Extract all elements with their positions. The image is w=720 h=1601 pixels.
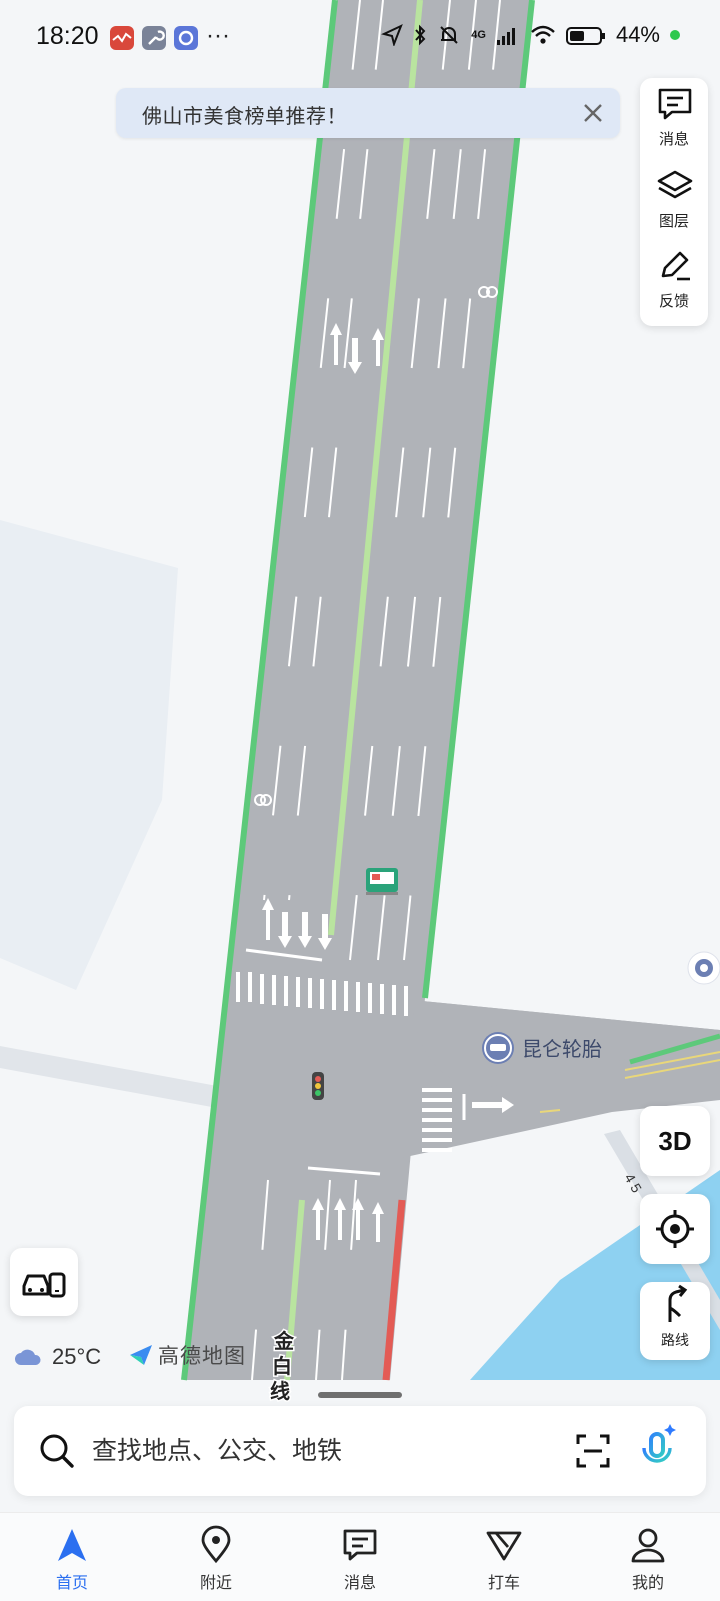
edit-pencil-icon [661, 251, 690, 281]
search-input[interactable] [90, 1430, 554, 1472]
poi-label[interactable]: 昆仑轮胎 [522, 1038, 602, 1061]
brand-name: 高德地图 [158, 1345, 246, 1368]
muted-bell-icon [440, 26, 458, 44]
tab-label: 消息 [343, 1575, 376, 1592]
tab-home[interactable]: 首页 [0, 1513, 144, 1601]
sheet-drag-handle[interactable] [318, 1392, 402, 1398]
traffic-light-icon [312, 1072, 324, 1100]
navigation-arrow-icon [58, 1529, 86, 1561]
user-icon [631, 1528, 665, 1563]
tab-label: 附近 [199, 1575, 232, 1592]
crosshair-icon [656, 1210, 694, 1248]
route-button[interactable]: 路线 [640, 1282, 710, 1360]
close-icon[interactable] [580, 100, 606, 126]
road-label-char: 金 [273, 1329, 295, 1353]
voice-assistant-icon[interactable] [632, 1422, 682, 1478]
message-icon [343, 1529, 377, 1561]
search-icon [40, 1434, 74, 1468]
scan-icon[interactable] [574, 1432, 612, 1470]
tab-messages[interactable]: 消息 [288, 1513, 432, 1601]
map-tool-panel: 消息 图层 反馈 [640, 78, 708, 326]
amap-logo-icon [130, 1345, 152, 1365]
bottom-tab-bar: 首页 附近 消息 打车 我的 [0, 1512, 720, 1601]
car-phone-icon [22, 1272, 66, 1298]
search-bar[interactable] [14, 1406, 706, 1496]
tab-profile[interactable]: 我的 [576, 1513, 720, 1601]
message-icon [658, 88, 692, 120]
route-fork-icon [668, 1284, 688, 1322]
transport-mode-button[interactable] [10, 1248, 78, 1316]
banner-text: 佛山市美食榜单推荐！ [142, 106, 347, 128]
wifi-icon [531, 25, 555, 44]
app-red-icon [110, 26, 134, 50]
feedback-button[interactable]: 反馈 [640, 240, 708, 318]
tab-label: 首页 [55, 1575, 88, 1592]
blue-app-icon [174, 26, 198, 50]
3d-toggle-button[interactable]: 3D [640, 1106, 710, 1176]
temperature: 25°C [52, 1344, 102, 1369]
tab-label: 我的 [631, 1575, 664, 1592]
route-label: 路线 [661, 1332, 689, 1348]
tab-label: 打车 [487, 1575, 520, 1592]
location-arrow-icon [381, 24, 404, 46]
location-dot-icon [687, 951, 720, 985]
weather-widget[interactable]: 25°C [14, 1344, 101, 1370]
road-label-char: 线 [270, 1379, 290, 1403]
messages-label: 消息 [658, 131, 689, 148]
tab-nearby[interactable]: 附近 [144, 1513, 288, 1601]
locate-me-button[interactable] [640, 1194, 710, 1264]
tab-taxi[interactable]: 打车 [432, 1513, 576, 1601]
3d-label: 3D [658, 1126, 692, 1156]
layers-label: 图层 [658, 213, 689, 230]
battery-percent: 44% [615, 22, 660, 47]
layers-icon [657, 170, 693, 199]
status-time: 18:20 [36, 22, 99, 50]
taxi-icon [486, 1531, 522, 1561]
amap-brand: 高德地图 [128, 1340, 246, 1370]
network-type-label: 4G [471, 29, 486, 41]
more-dots-icon: ··· [206, 22, 230, 49]
promo-banner[interactable]: 佛山市美食榜单推荐！ [116, 88, 620, 138]
layers-button[interactable]: 图层 [640, 160, 708, 238]
bus-stop-icon [366, 868, 398, 895]
cloud-icon [15, 1349, 41, 1365]
map-canvas[interactable]: 昆仑轮胎 金 白 线 4 5 [0, 0, 720, 1600]
road-label-char: 白 [272, 1354, 292, 1378]
feedback-label: 反馈 [658, 293, 689, 310]
bluetooth-icon [415, 24, 426, 46]
battery-charging-dot [670, 30, 680, 40]
signal-icon [496, 28, 515, 45]
wrench-app-icon [142, 26, 166, 50]
poi-marker-kunlun-tire [482, 1032, 514, 1064]
messages-button[interactable]: 消息 [640, 78, 708, 156]
battery-icon [565, 27, 605, 45]
status-bar: 18:20 ··· 4G 44% [0, 0, 720, 76]
location-pin-icon [201, 1525, 231, 1564]
